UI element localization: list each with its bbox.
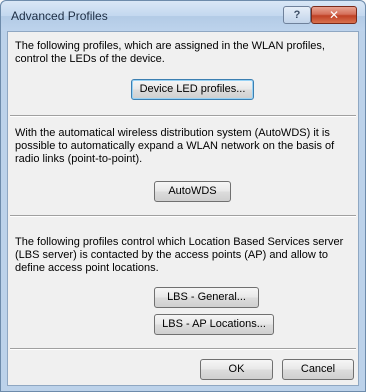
cancel-button[interactable]: Cancel	[282, 359, 354, 380]
dialog-title: Advanced Profiles	[11, 9, 108, 23]
autowds-button[interactable]: AutoWDS	[154, 181, 231, 202]
separator	[10, 348, 356, 350]
help-button[interactable]: ?	[283, 6, 311, 24]
ok-button[interactable]: OK	[200, 359, 273, 380]
title-bar: Advanced Profiles ? ✕	[1, 1, 365, 31]
close-icon: ✕	[328, 8, 340, 22]
separator	[10, 215, 356, 217]
help-icon: ?	[293, 9, 301, 21]
lbs-general-button[interactable]: LBS - General...	[154, 287, 259, 308]
close-button[interactable]: ✕	[311, 6, 357, 24]
led-profiles-description: The following profiles, which are assign…	[15, 40, 325, 65]
lbs-ap-locations-button[interactable]: LBS - AP Locations...	[154, 314, 274, 335]
autowds-description: With the automatical wireless distributi…	[15, 127, 335, 165]
advanced-profiles-dialog: Advanced Profiles ? ✕ The following prof…	[0, 0, 366, 392]
separator	[10, 115, 356, 117]
dialog-content: The following profiles, which are assign…	[7, 31, 359, 386]
lbs-description: The following profiles control which Loc…	[15, 236, 344, 274]
device-led-profiles-button[interactable]: Device LED profiles...	[131, 79, 254, 100]
